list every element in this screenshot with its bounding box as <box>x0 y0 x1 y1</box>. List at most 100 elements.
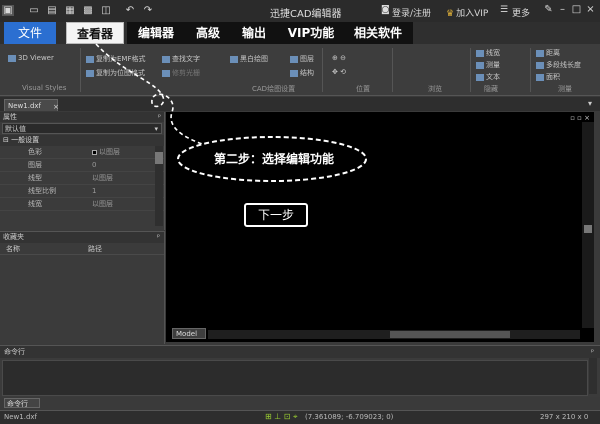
property-value: 以图层 <box>92 200 113 208</box>
menu-icon: ☰ <box>500 5 509 15</box>
column-header-name[interactable]: 名称 <box>6 243 20 255</box>
zoom-in-icon[interactable]: ⊕ ⊖ <box>332 54 346 62</box>
properties-scroll-thumb[interactable] <box>155 152 163 164</box>
properties-header: 属性 ᵖ <box>0 112 164 122</box>
color-swatch <box>92 149 97 155</box>
next-step-button[interactable]: 下一步 <box>244 203 308 227</box>
trim-raster-label: 修剪光栅 <box>172 69 200 77</box>
drawing-canvas[interactable]: ▫ ▫ × <box>166 112 594 342</box>
pan-icon[interactable]: ✥ ⟲ <box>332 68 346 76</box>
property-row[interactable]: 色彩 以图层 <box>0 146 164 159</box>
copy-emf-label: 复制为EMF格式 <box>96 55 146 63</box>
text-button[interactable]: 文本 <box>476 72 500 82</box>
new-file-icon[interactable]: ▭ <box>28 5 40 16</box>
command-input[interactable] <box>2 360 588 396</box>
document-tab-label: New1.dxf <box>8 102 41 110</box>
tab-vip[interactable]: VIP功能 <box>282 22 340 44</box>
property-row[interactable]: 线型 以图层 <box>0 172 164 185</box>
print-icon[interactable]: ▩ <box>82 5 94 16</box>
title-bar: ▣ ▭ ▤ ▦ ▩ ◫ ↶ ↷ 迅捷CAD编辑器 ◙ 登录/注册 ♛ 加入VIP … <box>0 0 600 22</box>
black-white-button[interactable]: 黑白绘图 <box>230 54 268 64</box>
polyline-length-label: 多段线长度 <box>546 61 581 69</box>
property-key: 线宽 <box>28 200 42 208</box>
group-browse: 浏览 <box>428 85 442 93</box>
undo-icon[interactable]: ↶ <box>124 5 136 16</box>
polyline-length-button[interactable]: 多段线长度 <box>536 60 581 70</box>
tab-advanced[interactable]: 高级 <box>188 22 228 44</box>
copy-emf-button[interactable]: 复制为EMF格式 <box>86 54 146 64</box>
measure-button[interactable]: 测量 <box>476 60 500 70</box>
snap-toggle-icons[interactable]: ⊞ ⊥ ⊡ ⌖ <box>265 412 298 422</box>
canvas-horizontal-thumb[interactable] <box>390 331 510 338</box>
area-icon <box>536 73 544 81</box>
column-header-path[interactable]: 路径 <box>88 243 102 255</box>
text-label: 文本 <box>486 73 500 81</box>
pin-icon[interactable]: ᵖ <box>591 346 594 358</box>
layers-icon <box>290 55 298 63</box>
pin-icon[interactable]: ᵖ <box>158 112 161 122</box>
maximize-button[interactable]: □ <box>570 4 583 16</box>
copy-icon <box>86 69 94 77</box>
separator <box>530 48 531 92</box>
skin-icon[interactable]: ✎ <box>542 4 555 16</box>
canvas-vertical-thumb[interactable] <box>584 225 592 233</box>
tab-related-software[interactable]: 相关软件 <box>346 22 410 44</box>
trim-icon <box>162 69 170 77</box>
properties-selector-value: 默认值 <box>5 125 26 133</box>
property-row[interactable]: 线型比例 1 <box>0 185 164 198</box>
3d-viewer-button[interactable]: 3D Viewer <box>8 54 54 62</box>
properties-title: 属性 <box>3 113 17 121</box>
properties-selector[interactable]: 默认值 ▾ <box>2 123 162 134</box>
document-tab[interactable]: New1.dxf × <box>4 99 59 111</box>
area-button[interactable]: 面积 <box>536 72 560 82</box>
canvas-window-controls[interactable]: ▫ ▫ × <box>570 114 590 122</box>
find-text-button[interactable]: 查找文字 <box>162 54 200 64</box>
distance-button[interactable]: 距离 <box>536 48 560 58</box>
minimize-button[interactable]: – <box>556 4 569 16</box>
vip-link[interactable]: ♛ 加入VIP <box>446 6 488 19</box>
favorites-columns: 名称 路径 <box>0 243 164 255</box>
property-row[interactable]: 图层 0 <box>0 159 164 172</box>
linewidth-button[interactable]: 线宽 <box>476 48 500 58</box>
cube-icon <box>8 54 16 62</box>
area-label: 面积 <box>546 73 560 81</box>
command-panel: 命令行 ᵖ <box>0 345 600 397</box>
login-link[interactable]: 登录/注册 <box>392 6 431 19</box>
user-icon: ◙ <box>381 5 390 15</box>
open-file-icon[interactable]: ▤ <box>46 5 58 16</box>
disk-icon[interactable]: ◫ <box>100 5 112 16</box>
ribbon-tab-bar: 文件 查看器 编辑器 高级 输出 VIP功能 相关软件 <box>0 22 600 44</box>
layers-button[interactable]: 图层 <box>290 54 314 64</box>
chevron-down-icon: ▾ <box>154 125 158 133</box>
tab-viewer[interactable]: 查看器 <box>66 22 124 44</box>
command-scrollbar[interactable] <box>589 358 597 394</box>
redo-icon[interactable]: ↷ <box>142 5 154 16</box>
structure-icon <box>290 69 298 77</box>
structure-button[interactable]: 结构 <box>290 68 314 78</box>
general-settings-section[interactable]: ⊟ 一般设置 <box>0 135 164 146</box>
linewidth-icon <box>476 49 484 57</box>
property-value: 1 <box>92 187 97 195</box>
tab-editor[interactable]: 编辑器 <box>130 22 182 44</box>
structure-label: 结构 <box>300 69 314 77</box>
properties-panel: 属性 ᵖ 默认值 ▾ ⊟ 一般设置 色彩 以图层 图层 0 线型 以图层 线型比例 1 … <box>0 112 165 230</box>
trim-raster-button[interactable]: 修剪光栅 <box>162 68 200 78</box>
close-button[interactable]: × <box>584 4 597 16</box>
copy-bitmap-label: 复制为位图格式 <box>96 69 145 77</box>
more-link[interactable]: 更多 <box>512 6 530 19</box>
tab-output[interactable]: 输出 <box>234 22 274 44</box>
app-title: 迅捷CAD编辑器 <box>270 9 342 20</box>
property-value: 以图层 <box>92 146 120 159</box>
model-tab[interactable]: Model <box>172 328 206 339</box>
copy-bitmap-button[interactable]: 复制为位图格式 <box>86 68 145 78</box>
pin-icon[interactable]: ᵖ <box>157 232 160 243</box>
property-key: 图层 <box>28 161 42 169</box>
command-tab[interactable]: 命令行 <box>4 398 40 408</box>
chevron-down-icon[interactable]: ▾ <box>588 99 592 108</box>
property-row[interactable]: 线宽 以图层 <box>0 198 164 211</box>
separator <box>470 48 471 92</box>
layers-label: 图层 <box>300 55 314 63</box>
command-header: 命令行 ᵖ <box>0 346 600 358</box>
tab-file[interactable]: 文件 <box>4 22 56 44</box>
save-icon[interactable]: ▦ <box>64 5 76 16</box>
